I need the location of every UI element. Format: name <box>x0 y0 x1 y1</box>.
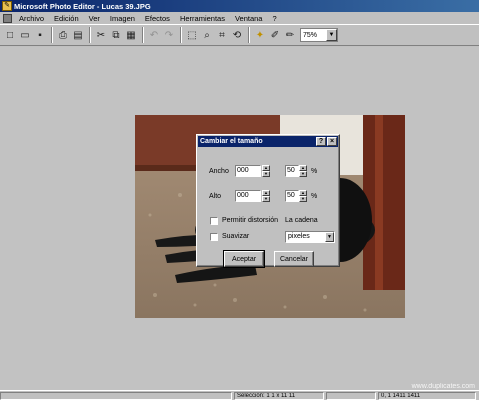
zoom-select[interactable]: 75% ▼ <box>300 28 338 42</box>
menu-imagen[interactable]: Imagen <box>105 14 140 23</box>
height-percent-input[interactable]: 50 <box>285 190 299 202</box>
lightbulb-icon[interactable]: ✦ <box>253 27 267 43</box>
close-button[interactable]: × <box>327 137 337 146</box>
unit-select-value: pixeles <box>288 233 310 240</box>
watermark: www.duplicates.com <box>411 383 475 390</box>
open-folder-icon[interactable]: ▭ <box>18 27 32 43</box>
document-system-menu-icon[interactable] <box>3 13 12 23</box>
menu-ver[interactable]: Ver <box>84 14 105 23</box>
ok-button[interactable]: Aceptar <box>223 250 265 268</box>
menu-help[interactable]: ? <box>267 14 281 23</box>
height-spinner[interactable]: ▲ ▼ <box>262 190 270 202</box>
brush-icon[interactable]: ✏ <box>283 27 297 43</box>
toolbar-separator <box>51 27 53 43</box>
width-label: Ancho <box>209 168 229 175</box>
status-message <box>0 392 232 400</box>
unit-label: La cadena <box>285 217 318 224</box>
workspace: Cambiar el tamaño ? × Ancho 000 ▲ ▼ 50 ▲ ▼… <box>0 47 479 390</box>
keep-ratio-checkbox[interactable] <box>210 217 218 225</box>
spin-down-icon[interactable]: ▼ <box>262 196 270 202</box>
select-icon[interactable]: ⬚ <box>185 27 199 43</box>
unit-select[interactable]: pixeles ▼ <box>285 231 335 243</box>
cancel-button[interactable]: Cancelar <box>274 251 314 267</box>
zoom-value: 75% <box>303 31 318 39</box>
toolbar-separator <box>248 27 250 43</box>
height-label: Alto <box>209 193 222 200</box>
dialog-title-bar: Cambiar el tamaño ? × <box>198 136 338 147</box>
smooth-label: Suavizar <box>222 233 250 240</box>
redo-icon[interactable]: ↷ <box>162 27 176 43</box>
cut-icon[interactable]: ✂ <box>94 27 108 43</box>
spin-down-icon[interactable]: ▼ <box>299 196 307 202</box>
chevron-down-icon[interactable]: ▼ <box>325 232 334 242</box>
undo-icon[interactable]: ↶ <box>147 27 161 43</box>
menu-efectos[interactable]: Efectos <box>140 14 175 23</box>
print-icon[interactable]: ⎙ <box>56 27 70 43</box>
rotate-icon[interactable]: ⟲ <box>230 27 244 43</box>
save-icon[interactable]: ▪ <box>33 27 47 43</box>
spin-down-icon[interactable]: ▼ <box>299 171 307 177</box>
scan-icon[interactable]: ▤ <box>71 27 85 43</box>
dialog-title: Cambiar el tamaño <box>200 138 263 145</box>
eyedropper-icon[interactable]: ✐ <box>268 27 282 43</box>
menu-ventana[interactable]: Ventana <box>230 14 268 23</box>
new-file-icon[interactable]: □ <box>3 27 17 43</box>
status-blank <box>326 392 376 400</box>
menu-edicion[interactable]: Edición <box>49 14 84 23</box>
toolbar-separator <box>89 27 91 43</box>
toolbar-separator <box>142 27 144 43</box>
paste-icon[interactable]: ▦ <box>124 27 138 43</box>
width-percent-symbol: % <box>311 168 318 175</box>
chevron-down-icon[interactable]: ▼ <box>326 29 337 41</box>
menu-herramientas[interactable]: Herramientas <box>175 14 230 23</box>
menu-archivo[interactable]: Archivo <box>14 14 49 23</box>
keep-ratio-label: Permitir distorsión <box>222 217 279 224</box>
spin-down-icon[interactable]: ▼ <box>262 171 270 177</box>
status-bar: Selección: 1 1 x 11 11 0, 1 1411 1411 <box>0 390 479 400</box>
help-button[interactable]: ? <box>316 137 326 146</box>
title-bar: ✎ Microsoft Photo Editor - Lucas 39.JPG <box>0 0 479 12</box>
menu-bar: Archivo Edición Ver Imagen Efectos Herra… <box>0 12 479 24</box>
height-input[interactable]: 000 <box>235 190 261 202</box>
width-input[interactable]: 000 <box>235 165 261 177</box>
zoom-icon[interactable]: ⌕ <box>200 27 214 43</box>
resize-dialog: Cambiar el tamaño ? × Ancho 000 ▲ ▼ 50 ▲ ▼… <box>196 134 340 268</box>
smooth-checkbox[interactable] <box>210 233 218 241</box>
status-selection: Selección: 1 1 x 11 11 <box>234 392 324 400</box>
width-percent-input[interactable]: 50 <box>285 165 299 177</box>
crop-icon[interactable]: ⌗ <box>215 27 229 43</box>
height-percent-spinner[interactable]: ▲ ▼ <box>299 190 307 202</box>
width-spinner[interactable]: ▲ ▼ <box>262 165 270 177</box>
width-percent-spinner[interactable]: ▲ ▼ <box>299 165 307 177</box>
toolbar-separator <box>180 27 182 43</box>
toolbar: □ ▭ ▪ ⎙ ▤ ✂ ⧉ ▦ ↶ ↷ ⬚ ⌕ ⌗ ⟲ ✦ ✐ ✏ 75% ▼ <box>0 24 479 46</box>
photo-editor-icon[interactable]: ✎ <box>2 1 12 11</box>
copy-icon[interactable]: ⧉ <box>109 27 123 43</box>
status-coords: 0, 1 1411 1411 <box>378 392 476 400</box>
window-title: Microsoft Photo Editor - Lucas 39.JPG <box>14 1 151 11</box>
height-percent-symbol: % <box>311 193 318 200</box>
